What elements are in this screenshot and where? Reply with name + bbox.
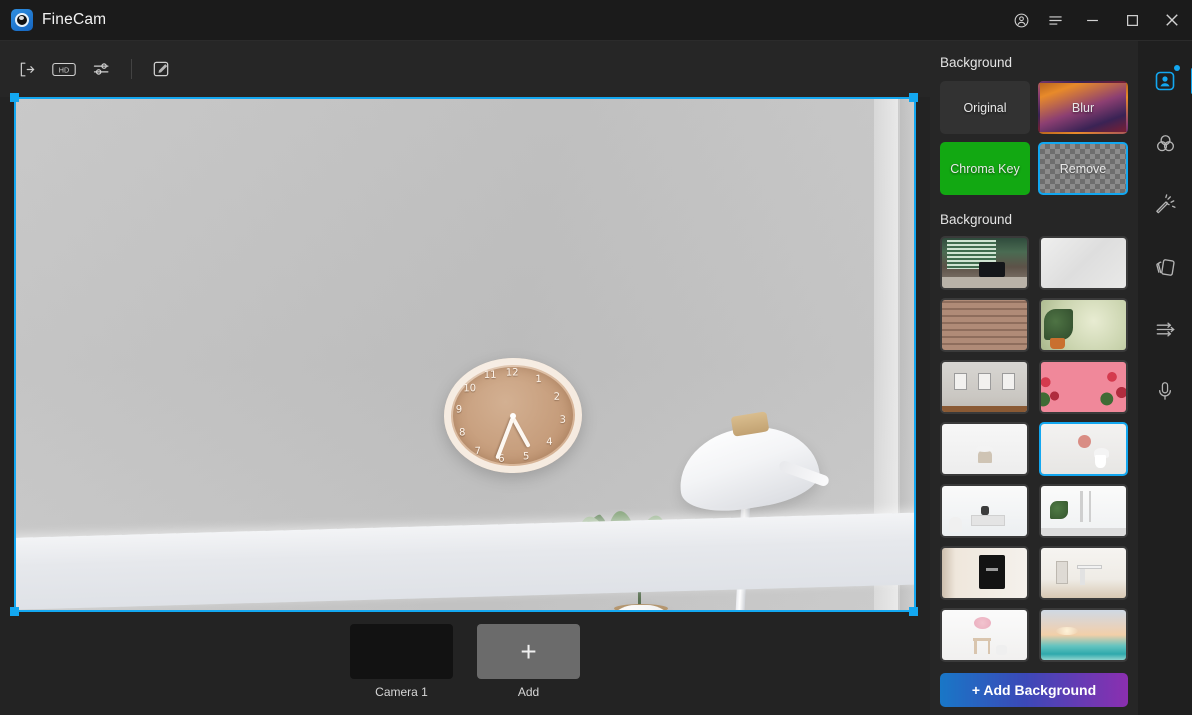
app-branding: FineCam xyxy=(0,9,106,31)
window-controls xyxy=(1004,0,1192,41)
mode-tile-blur[interactable]: Blur xyxy=(1038,81,1128,134)
selection-handle-bottom-left[interactable] xyxy=(10,607,19,616)
mode-label: Chroma Key xyxy=(950,161,1020,176)
toolbar-left-group: HD xyxy=(0,53,177,85)
bg-thumb-white-wall-vase[interactable] xyxy=(1039,422,1128,476)
bg-thumb-stone-brick-wall[interactable] xyxy=(940,298,1029,352)
source-label: Camera 1 xyxy=(375,685,428,699)
notification-dot-badge xyxy=(1174,65,1180,71)
svg-text:HD: HD xyxy=(59,65,69,74)
finecam-window: FineCam HD 12 1 2 3 4 5 6 7 8 9 10 11 Ca… xyxy=(0,0,1192,715)
mode-tile-original[interactable]: Original xyxy=(940,81,1030,134)
bg-thumb-office-window-blinds[interactable] xyxy=(940,236,1029,290)
camera-preview[interactable]: 12 1 2 3 4 5 6 7 8 9 10 11 xyxy=(14,97,916,612)
hd-quality-icon[interactable]: HD xyxy=(48,53,80,85)
selection-handle-bottom-right[interactable] xyxy=(909,607,918,616)
portrait-background-icon[interactable] xyxy=(1145,61,1192,101)
background-mode-grid: Original Blur Chroma Key Remove xyxy=(940,81,1128,195)
bg-thumb-dark-poster-wall[interactable] xyxy=(940,546,1029,600)
add-background-button[interactable]: + Add Background xyxy=(940,673,1128,707)
bg-thumb-desk-chair-studio[interactable] xyxy=(1039,546,1128,600)
mode-tile-remove[interactable]: Remove xyxy=(1038,142,1128,195)
bg-thumb-pink-flower-stool[interactable] xyxy=(940,608,1029,662)
mode-label: Blur xyxy=(1071,100,1095,115)
panel-library-title: Background xyxy=(940,212,1013,227)
toolbar-divider xyxy=(131,59,132,79)
mode-tile-chroma-key[interactable]: Chroma Key xyxy=(940,142,1030,195)
bg-thumb-sunset-beach-shore[interactable] xyxy=(1039,608,1128,662)
bg-thumb-white-textured-wall[interactable] xyxy=(1039,236,1128,290)
sliders-adjust-icon[interactable] xyxy=(1145,309,1185,349)
camera-thumbnail[interactable] xyxy=(350,624,453,679)
bg-thumb-white-sideboard-room[interactable] xyxy=(940,484,1029,538)
hamburger-menu-icon[interactable] xyxy=(1038,0,1072,41)
app-title: FineCam xyxy=(42,11,107,28)
preview-scene: 12 1 2 3 4 5 6 7 8 9 10 11 xyxy=(16,99,914,610)
tool-rail xyxy=(1138,41,1192,715)
bg-thumb-gallery-frames-wall[interactable] xyxy=(940,360,1029,414)
selection-handle-top-right[interactable] xyxy=(909,93,918,102)
microphone-audio-icon[interactable] xyxy=(1145,371,1185,411)
background-library-grid xyxy=(940,236,1128,662)
finecam-logo-icon xyxy=(11,9,33,31)
annotation-note-icon[interactable] xyxy=(145,53,177,85)
source-item-camera1[interactable]: Camera 1 xyxy=(350,624,453,699)
minimize-icon[interactable] xyxy=(1072,0,1112,41)
source-item-add[interactable]: + Add xyxy=(477,624,580,699)
source-strip: Camera 1 + Add xyxy=(0,617,930,715)
mode-label: Original xyxy=(963,100,1007,115)
bg-thumb-plant-shelf-corner[interactable] xyxy=(1039,484,1128,538)
source-label: Add xyxy=(517,685,540,699)
mode-label: Remove xyxy=(1059,161,1107,176)
title-bar: FineCam xyxy=(0,0,1192,41)
close-icon[interactable] xyxy=(1152,0,1192,41)
maximize-icon[interactable] xyxy=(1112,0,1152,41)
layers-cards-icon[interactable] xyxy=(1145,247,1185,287)
plus-icon[interactable]: + xyxy=(477,624,580,679)
panel-mode-title: Background xyxy=(940,55,1013,70)
selection-handle-top-left[interactable] xyxy=(10,93,19,102)
color-filters-icon[interactable] xyxy=(1145,123,1185,163)
bg-thumb-white-minimal-chair[interactable] xyxy=(940,422,1029,476)
account-circle-icon[interactable] xyxy=(1004,0,1038,41)
bg-thumb-pink-floral-backdrop[interactable] xyxy=(1039,360,1128,414)
preview-stage: 12 1 2 3 4 5 6 7 8 9 10 11 xyxy=(0,93,930,617)
background-panel: Background Original Blur Chroma Key Remo… xyxy=(930,41,1138,715)
export-icon[interactable] xyxy=(10,53,42,85)
magic-wand-icon[interactable] xyxy=(1145,185,1185,225)
adjust-settings-icon[interactable] xyxy=(86,53,118,85)
bg-thumb-green-wall-plant[interactable] xyxy=(1039,298,1128,352)
